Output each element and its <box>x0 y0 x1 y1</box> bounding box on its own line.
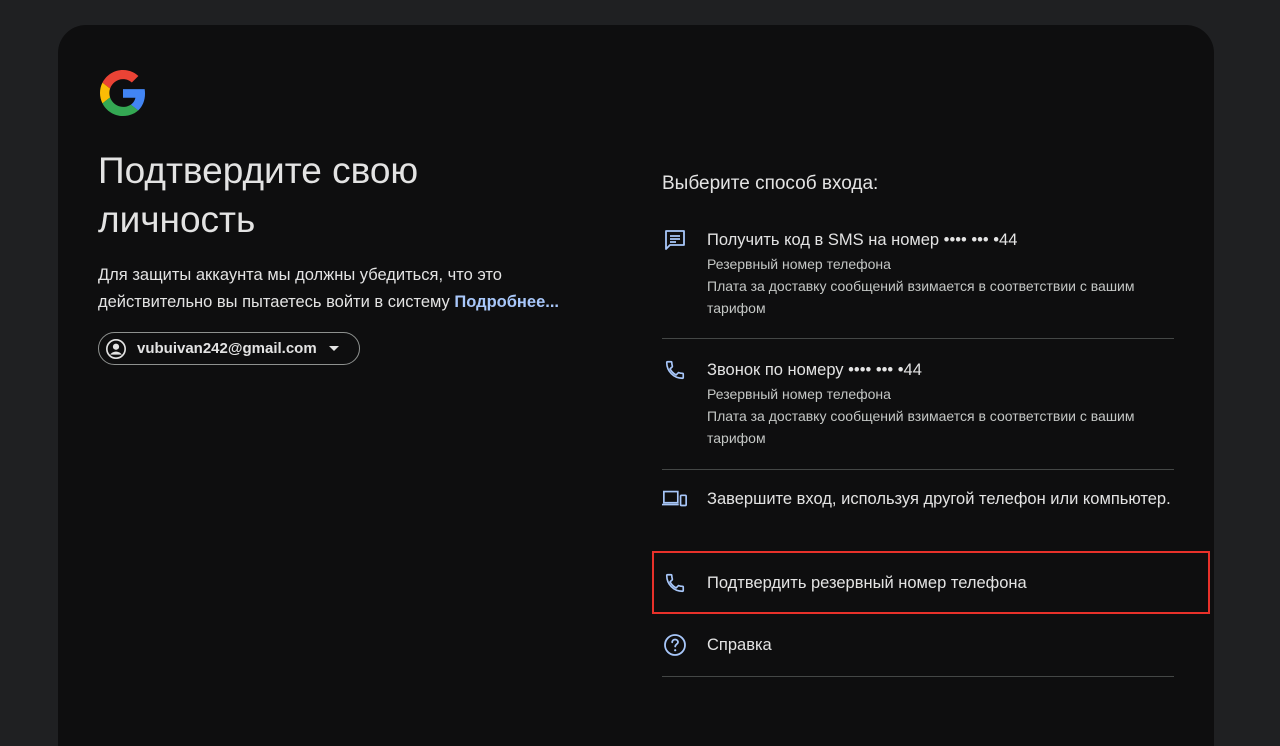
phone-icon <box>662 357 688 383</box>
page-subtitle: Для защиты аккаунта мы должны убедиться,… <box>98 262 618 316</box>
option-sms-code[interactable]: Получить код в SMS на номер •••• ••• •44… <box>662 227 1174 327</box>
divider <box>662 676 1174 677</box>
subtitle-text: Для защиты аккаунта мы должны убедиться,… <box>98 266 502 311</box>
option-label: Получить код в SMS на номер •••• ••• •44 <box>707 231 1018 249</box>
google-logo <box>100 70 146 116</box>
option-label: Звонок по номеру •••• ••• •44 <box>707 361 922 379</box>
account-circle-icon <box>105 338 127 360</box>
option-help[interactable]: Справка <box>662 632 1174 660</box>
page-title: Подтвердите свою личность <box>98 150 419 240</box>
divider <box>662 469 1174 470</box>
option-desc: Резервный номер телефона <box>707 256 891 272</box>
sms-icon <box>662 227 688 253</box>
option-desc: Резервный номер телефона <box>707 386 891 402</box>
option-other-device[interactable]: Завершите вход, используя другой телефон… <box>662 486 1174 538</box>
option-label: Завершите вход, используя другой телефон… <box>707 490 1171 508</box>
option-label: Справка <box>707 636 772 654</box>
account-email: vubuivan242@gmail.com <box>137 340 317 357</box>
option-phone-call[interactable]: Звонок по номеру •••• ••• •44 Резервный … <box>662 357 1174 457</box>
help-icon <box>662 632 688 658</box>
option-desc: Плата за доставку сообщений взимается в … <box>707 408 1135 446</box>
chevron-down-icon <box>328 344 339 354</box>
divider <box>662 338 1174 339</box>
learn-more-link[interactable]: Подробнее... <box>454 293 559 311</box>
option-desc: Плата за доставку сообщений взимается в … <box>707 278 1135 316</box>
highlight-box <box>652 551 1210 614</box>
account-chip[interactable]: vubuivan242@gmail.com <box>98 332 360 365</box>
devices-icon <box>662 486 688 512</box>
choose-method-heading: Выберите способ входа: <box>662 173 879 194</box>
